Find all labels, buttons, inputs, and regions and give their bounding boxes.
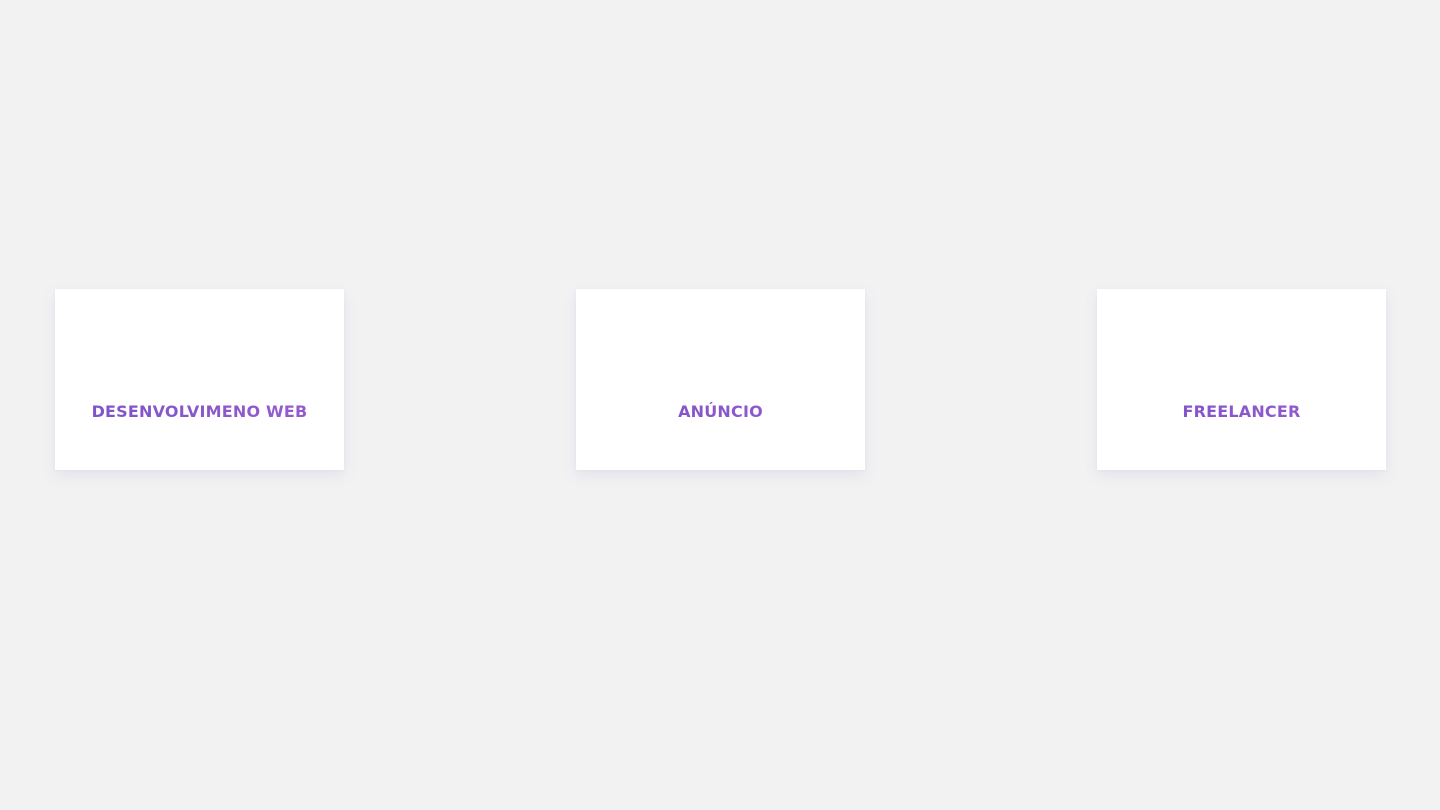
service-card-freelancer[interactable]: FREELANCER <box>1097 289 1386 470</box>
service-card-web-development[interactable]: DESENVOLVIMENO WEB <box>55 289 344 470</box>
service-card-advertising[interactable]: ANÚNCIO <box>576 289 865 470</box>
service-card-title: DESENVOLVIMENO WEB <box>55 402 344 421</box>
services-section: DESENVOLVIMENO WEB ANÚNCIO FREELANCER <box>0 0 1440 810</box>
service-card-title: FREELANCER <box>1097 402 1386 421</box>
service-card-title: ANÚNCIO <box>576 402 865 421</box>
